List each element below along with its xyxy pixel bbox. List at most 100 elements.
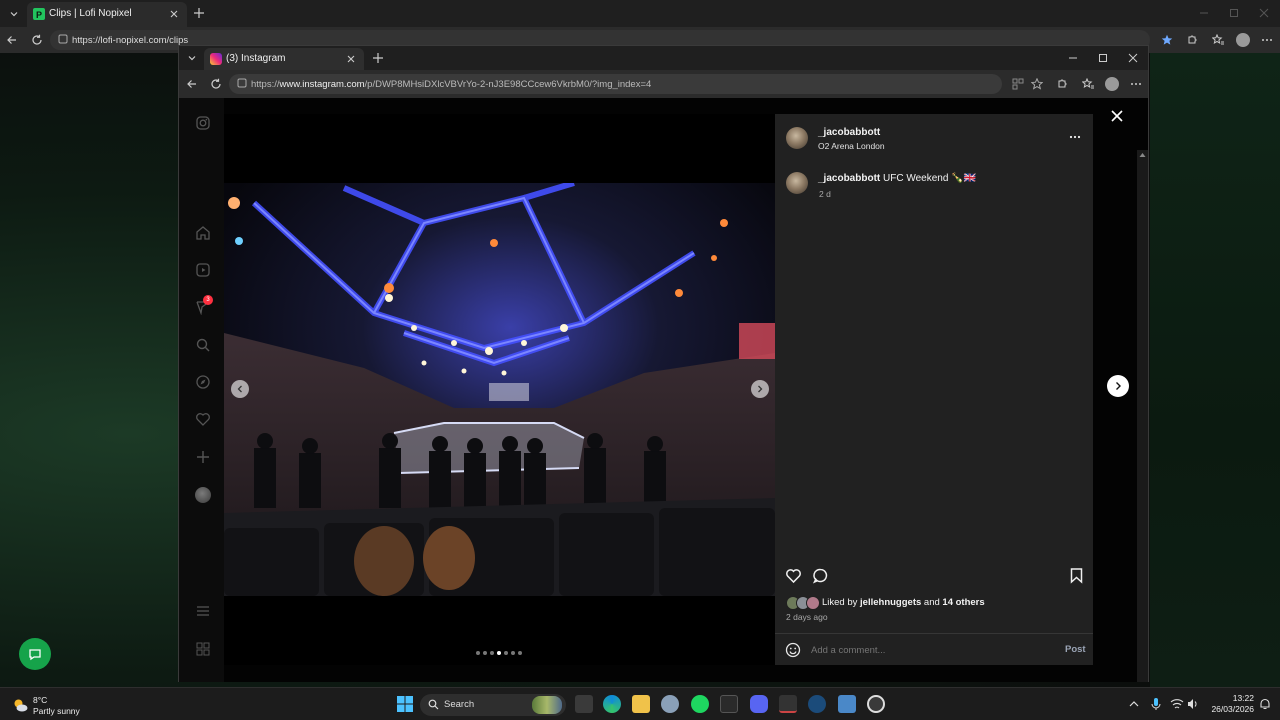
- menu-icon[interactable]: [194, 602, 212, 620]
- author-username[interactable]: _jacobabbott: [818, 127, 880, 138]
- search-icon[interactable]: [194, 336, 212, 354]
- new-tab-icon[interactable]: [192, 6, 206, 20]
- extensions-icon[interactable]: [1055, 77, 1069, 91]
- outer-tab-lofi[interactable]: P Clips | Lofi Nopixel: [27, 2, 187, 27]
- tab-actions-chevron-icon[interactable]: [183, 49, 201, 67]
- refresh-icon[interactable]: [30, 33, 44, 47]
- epic-games-icon[interactable]: [779, 695, 797, 713]
- instagram-logo-icon[interactable]: [194, 114, 212, 132]
- instagram-sidebar: 3: [179, 98, 224, 682]
- messages-icon[interactable]: 3: [194, 295, 213, 316]
- wifi-icon[interactable]: [1170, 697, 1184, 711]
- photos-icon[interactable]: [838, 695, 856, 713]
- clock-time: 13:22: [1232, 693, 1254, 703]
- start-windows-icon[interactable]: [396, 695, 414, 713]
- heart-icon[interactable]: [194, 410, 212, 428]
- home-icon[interactable]: [194, 224, 212, 242]
- back-icon[interactable]: [185, 77, 199, 91]
- site-info-icon[interactable]: [237, 78, 247, 88]
- explore-icon[interactable]: [194, 373, 212, 391]
- save-bookmark-icon[interactable]: [1067, 566, 1085, 584]
- edge-icon[interactable]: [603, 695, 621, 713]
- site-info-icon[interactable]: [58, 34, 68, 44]
- post-location[interactable]: O2 Arena London: [818, 141, 885, 151]
- carousel-next-button[interactable]: [751, 380, 769, 398]
- maximize-icon[interactable]: [1096, 51, 1110, 65]
- outer-url-text: https://lofi-nopixel.com/clips: [72, 35, 189, 46]
- lofi-favicon-icon: P: [33, 8, 45, 20]
- maximize-icon[interactable]: [1227, 6, 1241, 20]
- steam-icon[interactable]: [808, 695, 826, 713]
- page-scrollbar[interactable]: [1137, 150, 1148, 682]
- close-tab-icon[interactable]: [344, 52, 358, 66]
- spotify-icon[interactable]: [691, 695, 709, 713]
- more-apps-icon[interactable]: [194, 640, 212, 658]
- back-icon[interactable]: [5, 33, 19, 47]
- post-photo-arena[interactable]: [224, 183, 775, 596]
- post-caption: _jacobabbott UFC Weekend 🍾🇬🇧: [818, 173, 976, 184]
- carousel-dot: [497, 651, 501, 655]
- profile-avatar[interactable]: [1105, 77, 1119, 91]
- close-window-icon[interactable]: [1126, 51, 1140, 65]
- liked-by-user[interactable]: jellehnuggets: [860, 597, 921, 608]
- favorite-star-icon[interactable]: [1030, 77, 1044, 91]
- volume-icon[interactable]: [1186, 697, 1200, 711]
- minimize-icon[interactable]: [1066, 51, 1080, 65]
- carousel-dot: [511, 651, 515, 655]
- svg-text:P: P: [36, 10, 42, 20]
- microphone-icon[interactable]: [1149, 697, 1163, 711]
- xbox-icon[interactable]: [720, 695, 738, 713]
- carousel-dot: [490, 651, 494, 655]
- minimize-icon[interactable]: [1197, 6, 1211, 20]
- reels-icon[interactable]: [194, 261, 212, 279]
- settings-icon[interactable]: [661, 695, 679, 713]
- post-options-icon[interactable]: [1066, 128, 1084, 146]
- settings-more-icon[interactable]: [1129, 77, 1143, 91]
- notifications-bell-icon[interactable]: [1258, 697, 1272, 711]
- post-comment-button[interactable]: Post: [1065, 644, 1086, 655]
- carousel-dot: [476, 651, 480, 655]
- chevron-left-icon: [237, 385, 242, 393]
- author-avatar[interactable]: [786, 127, 808, 149]
- like-heart-icon[interactable]: [784, 566, 802, 584]
- file-explorer-icon[interactable]: [632, 695, 650, 713]
- carousel-dot: [518, 651, 522, 655]
- discord-icon[interactable]: [750, 695, 768, 713]
- taskbar-search[interactable]: Search: [420, 694, 566, 716]
- comment-icon[interactable]: [811, 566, 829, 584]
- carousel-dot: [504, 651, 508, 655]
- refresh-icon[interactable]: [209, 77, 223, 91]
- settings-more-icon[interactable]: [1260, 33, 1274, 47]
- outer-tab-title: Clips | Lofi Nopixel: [49, 8, 132, 19]
- app-notification-icon[interactable]: [867, 695, 885, 713]
- extensions-icon[interactable]: [1185, 33, 1199, 47]
- favorites-icon[interactable]: [1211, 33, 1225, 47]
- carousel-prev-button[interactable]: [231, 380, 249, 398]
- emoji-icon[interactable]: [784, 641, 802, 659]
- favorites-icon[interactable]: [1081, 77, 1095, 91]
- caption-avatar[interactable]: [786, 172, 808, 194]
- profile-avatar[interactable]: [1236, 33, 1250, 47]
- close-tab-icon[interactable]: [167, 7, 181, 21]
- task-view-icon[interactable]: [575, 695, 593, 713]
- inner-tab-instagram[interactable]: (3) Instagram: [204, 48, 364, 70]
- close-modal-icon[interactable]: [1109, 108, 1125, 124]
- taskbar-clock[interactable]: 13:22 26/03/2026: [1202, 693, 1254, 715]
- chat-button[interactable]: [19, 638, 51, 670]
- weather-widget[interactable]: 8°C Partly sunny: [12, 694, 102, 718]
- create-icon[interactable]: [194, 448, 212, 466]
- chevron-up-icon[interactable]: [1127, 697, 1141, 711]
- liked-by-others[interactable]: 14 others: [942, 597, 984, 608]
- new-tab-icon[interactable]: [371, 51, 385, 65]
- app-available-icon[interactable]: [1011, 77, 1025, 91]
- close-window-icon[interactable]: [1257, 6, 1271, 20]
- favorite-star-icon[interactable]: [1160, 33, 1174, 47]
- profile-avatar[interactable]: [194, 486, 212, 504]
- inner-url-field[interactable]: https://www.instagram.com/p/DWP8MHsiDXlc…: [229, 74, 1002, 94]
- search-highlight-image: [532, 696, 562, 714]
- caption-username[interactable]: _jacobabbott: [818, 173, 880, 184]
- next-post-button[interactable]: [1107, 375, 1129, 397]
- tab-actions-chevron-icon[interactable]: [5, 5, 23, 23]
- comment-input[interactable]: [811, 642, 1041, 658]
- clock-date: 26/03/2026: [1211, 704, 1254, 714]
